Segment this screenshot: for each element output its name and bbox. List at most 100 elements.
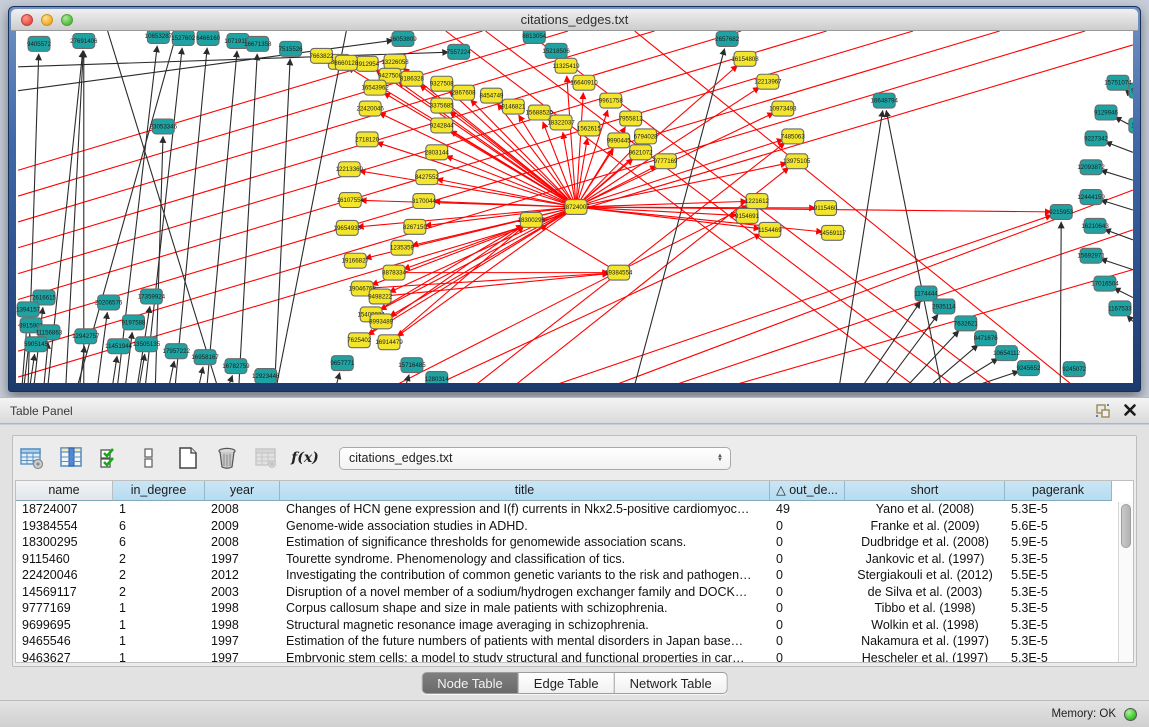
graph-node[interactable]: 6466160 xyxy=(196,31,221,45)
graph-node[interactable]: 9215953 xyxy=(1049,205,1074,220)
graph-node[interactable]: 2803144 xyxy=(425,145,450,160)
graph-node[interactable]: 1280314 xyxy=(425,372,450,383)
graph-node[interactable]: 8267150 xyxy=(403,219,428,234)
graph-node[interactable]: 9621072 xyxy=(629,145,654,160)
graph-node[interactable]: 20206576 xyxy=(95,295,123,310)
graph-node[interactable]: 17957222 xyxy=(163,344,191,359)
graph-node[interactable]: 9327508 xyxy=(430,76,455,91)
graph-node[interactable]: 9115460 xyxy=(814,201,838,216)
graph-node[interactable]: 9129946 xyxy=(1094,105,1119,120)
graph-node[interactable]: 9146821 xyxy=(501,99,526,114)
graph-node[interactable]: 7557224 xyxy=(447,44,472,59)
graph-node[interactable]: 8454749 xyxy=(479,88,504,103)
graph-node[interactable]: 9245652 xyxy=(1016,361,1041,376)
window-titlebar[interactable]: citations_edges.txt xyxy=(11,9,1138,31)
graph-node[interactable]: 2935114 xyxy=(932,299,956,314)
graph-node[interactable]: 7663822 xyxy=(309,48,334,63)
graph-node[interactable]: 18724007 xyxy=(562,200,590,215)
graph-node[interactable]: 9227342 xyxy=(1084,131,1109,146)
graph-node[interactable]: 9154691 xyxy=(735,208,760,223)
graph-node[interactable]: 1221612 xyxy=(745,194,770,209)
graph-node[interactable]: 9777169 xyxy=(654,154,679,169)
graph-node[interactable]: 23053346 xyxy=(150,119,178,134)
graph-node[interactable]: 8813054 xyxy=(522,31,547,43)
graph-node[interactable]: 9405572 xyxy=(27,36,52,51)
graph-node[interactable]: 2718120 xyxy=(355,132,380,147)
graph-node[interactable]: 8878334 xyxy=(382,265,407,280)
column-header-year[interactable]: year xyxy=(205,481,280,501)
graph-node[interactable]: 8993489 xyxy=(369,314,394,329)
graph-node[interactable]: 17016504 xyxy=(1091,276,1119,291)
column-header-title[interactable]: title xyxy=(280,481,770,501)
float-panel-icon[interactable] xyxy=(1095,403,1111,419)
graph-node[interactable]: 16671358 xyxy=(244,36,272,51)
column-header-out-de-[interactable]: △ out_de... xyxy=(770,481,845,501)
graph-node[interactable]: 1527602 xyxy=(171,31,196,45)
memory-status-icon[interactable] xyxy=(1124,708,1137,721)
citation-graph[interactable]: 1872400727181201221336916107554196549339… xyxy=(16,31,1133,383)
graph-node[interactable]: 3170044 xyxy=(412,194,437,209)
graph-node[interactable]: 10654112 xyxy=(993,346,1021,361)
column-header-name[interactable]: name xyxy=(16,481,113,501)
table-row[interactable]: 1872400712008Changes of HCN gene express… xyxy=(16,501,1133,518)
graph-node[interactable]: 5905145 xyxy=(24,337,49,352)
graph-node[interactable]: 2657682 xyxy=(715,31,740,46)
graph-node[interactable]: 13226058 xyxy=(381,54,409,69)
graph-node[interactable]: 15751074 xyxy=(1104,75,1132,90)
graph-node[interactable]: 7955812 xyxy=(619,111,644,126)
table-row[interactable]: 1830029562008Estimation of significance … xyxy=(16,534,1133,551)
column-header-pagerank[interactable]: pagerank xyxy=(1005,481,1112,501)
close-panel-icon[interactable] xyxy=(1123,403,1139,419)
graph-node[interactable]: 8660128 xyxy=(334,55,359,70)
graph-node[interactable]: 3375685 xyxy=(430,98,455,113)
graph-node[interactable]: 11451944 xyxy=(105,339,133,354)
graph-node[interactable]: 7515526 xyxy=(279,41,304,56)
graph-node[interactable]: 9657771 xyxy=(330,356,355,371)
show-columns-icon[interactable] xyxy=(58,445,84,471)
network-canvas[interactable]: 1872400727181201221336916107554196549339… xyxy=(16,31,1133,383)
delete-column-icon[interactable] xyxy=(214,445,240,471)
table-row[interactable]: 977716911998Corpus callosum shape and si… xyxy=(16,600,1133,617)
graph-node[interactable]: 7625402 xyxy=(347,333,372,348)
graph-node[interactable]: 8427552 xyxy=(415,170,440,185)
graph-node[interactable]: 9990445 xyxy=(607,133,632,148)
graph-node[interactable]: 9245072 xyxy=(1062,362,1087,377)
graph-node[interactable]: 7485063 xyxy=(781,129,806,144)
new-column-icon[interactable] xyxy=(175,445,201,471)
graph-node[interactable]: 14569117 xyxy=(819,225,847,240)
graph-node[interactable]: 16053809 xyxy=(389,31,417,46)
graph-node[interactable]: 8912954 xyxy=(355,56,380,71)
column-header-in-degree[interactable]: in_degree xyxy=(113,481,205,501)
graph-node[interactable]: 13975105 xyxy=(783,154,811,169)
compact-table-icon[interactable] xyxy=(136,445,162,471)
graph-node[interactable]: 1235359 xyxy=(390,240,415,255)
tab-network-table[interactable]: Network Table xyxy=(615,672,728,694)
table-row[interactable]: 946362711997Embryonic stem cells: a mode… xyxy=(16,650,1133,664)
graph-node[interactable]: 8471676 xyxy=(974,331,999,346)
graph-node[interactable]: 19384554 xyxy=(605,265,633,280)
graph-node[interactable]: 16640910 xyxy=(570,75,598,90)
graph-node[interactable]: 12213369 xyxy=(336,162,364,177)
graph-node[interactable]: 19166827 xyxy=(342,253,370,268)
graph-node[interactable]: 16154808 xyxy=(731,51,759,66)
graph-node[interactable]: 15688520 xyxy=(526,105,554,120)
table-selector-dropdown[interactable]: citations_edges.txt ▲▼ xyxy=(339,447,731,470)
table-vertical-scrollbar[interactable] xyxy=(1118,502,1133,662)
graph-node[interactable]: 18300295 xyxy=(518,212,546,227)
graph-node[interactable]: 1167533 xyxy=(1108,301,1132,316)
graph-node[interactable]: 8186328 xyxy=(400,71,425,86)
scrollbar-thumb[interactable] xyxy=(1121,504,1131,548)
table-row[interactable]: 1456911722003Disruption of a novel membe… xyxy=(16,584,1133,601)
graph-node[interactable]: 16958167 xyxy=(191,350,219,365)
graph-node[interactable]: 12923446 xyxy=(252,369,280,383)
graph-node[interactable]: 9498222 xyxy=(368,289,393,304)
tab-edge-table[interactable]: Edge Table xyxy=(519,672,615,694)
graph-node[interactable]: 15218506 xyxy=(542,43,570,58)
graph-node[interactable]: 13505135 xyxy=(133,337,161,352)
graph-node[interactable]: 15692971 xyxy=(1077,248,1105,263)
graph-node[interactable]: 7632621 xyxy=(954,316,979,331)
graph-node[interactable]: 12444159 xyxy=(1077,190,1105,205)
graph-node[interactable]: 16543962 xyxy=(361,80,389,95)
graph-node[interactable]: 6794028 xyxy=(634,129,659,144)
graph-node[interactable]: 11325419 xyxy=(553,58,581,73)
